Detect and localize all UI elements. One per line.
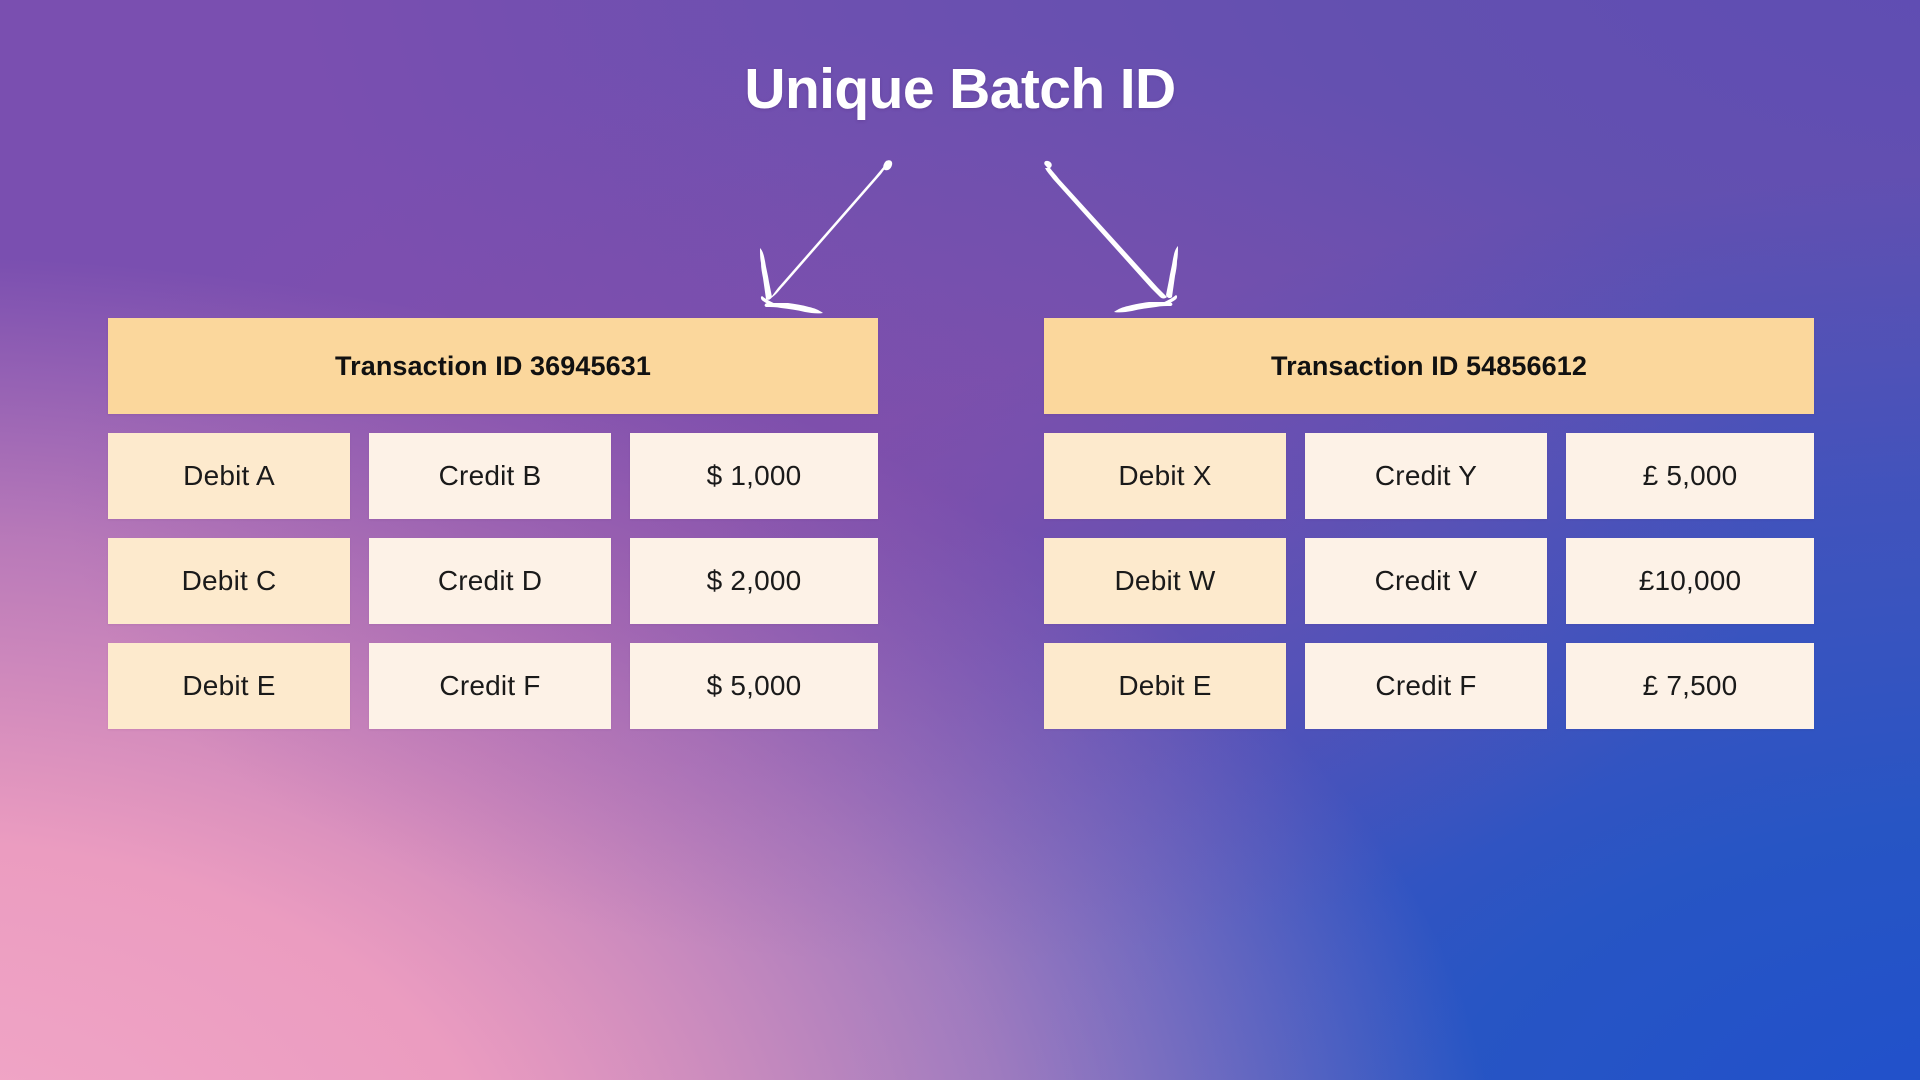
debit-cell: Debit E xyxy=(1044,643,1286,729)
credit-cell: Credit Y xyxy=(1305,433,1547,519)
amount-cell: £ 5,000 xyxy=(1566,433,1814,519)
amount-cell: $ 1,000 xyxy=(630,433,878,519)
credit-cell: Credit V xyxy=(1305,538,1547,624)
transaction-header-right: Transaction ID 54856612 xyxy=(1044,318,1814,414)
debit-cell: Debit C xyxy=(108,538,350,624)
debit-cell: Debit X xyxy=(1044,433,1286,519)
table-row: Debit C Credit D $ 2,000 xyxy=(108,538,878,624)
debit-cell: Debit E xyxy=(108,643,350,729)
credit-cell: Credit D xyxy=(369,538,611,624)
credit-cell: Credit F xyxy=(369,643,611,729)
transaction-rows-right: Debit X Credit Y £ 5,000 Debit W Credit … xyxy=(1044,433,1814,729)
transaction-header-left: Transaction ID 36945631 xyxy=(108,318,878,414)
table-row: Debit W Credit V £10,000 xyxy=(1044,538,1814,624)
table-row: Debit X Credit Y £ 5,000 xyxy=(1044,433,1814,519)
table-row: Debit E Credit F £ 7,500 xyxy=(1044,643,1814,729)
debit-cell: Debit W xyxy=(1044,538,1286,624)
credit-cell: Credit B xyxy=(369,433,611,519)
amount-cell: £10,000 xyxy=(1566,538,1814,624)
transaction-table-left: Transaction ID 36945631 Debit A Credit B… xyxy=(108,318,878,729)
amount-cell: $ 2,000 xyxy=(630,538,878,624)
transaction-rows-left: Debit A Credit B $ 1,000 Debit C Credit … xyxy=(108,433,878,729)
transaction-table-right: Transaction ID 54856612 Debit X Credit Y… xyxy=(1044,318,1814,729)
amount-cell: £ 7,500 xyxy=(1566,643,1814,729)
page-title: Unique Batch ID xyxy=(744,57,1176,121)
credit-cell: Credit F xyxy=(1305,643,1547,729)
arrow-to-left-transaction xyxy=(760,160,893,314)
table-row: Debit E Credit F $ 5,000 xyxy=(108,643,878,729)
amount-cell: $ 5,000 xyxy=(630,643,878,729)
arrow-to-right-transaction xyxy=(1044,160,1178,313)
table-row: Debit A Credit B $ 1,000 xyxy=(108,433,878,519)
debit-cell: Debit A xyxy=(108,433,350,519)
